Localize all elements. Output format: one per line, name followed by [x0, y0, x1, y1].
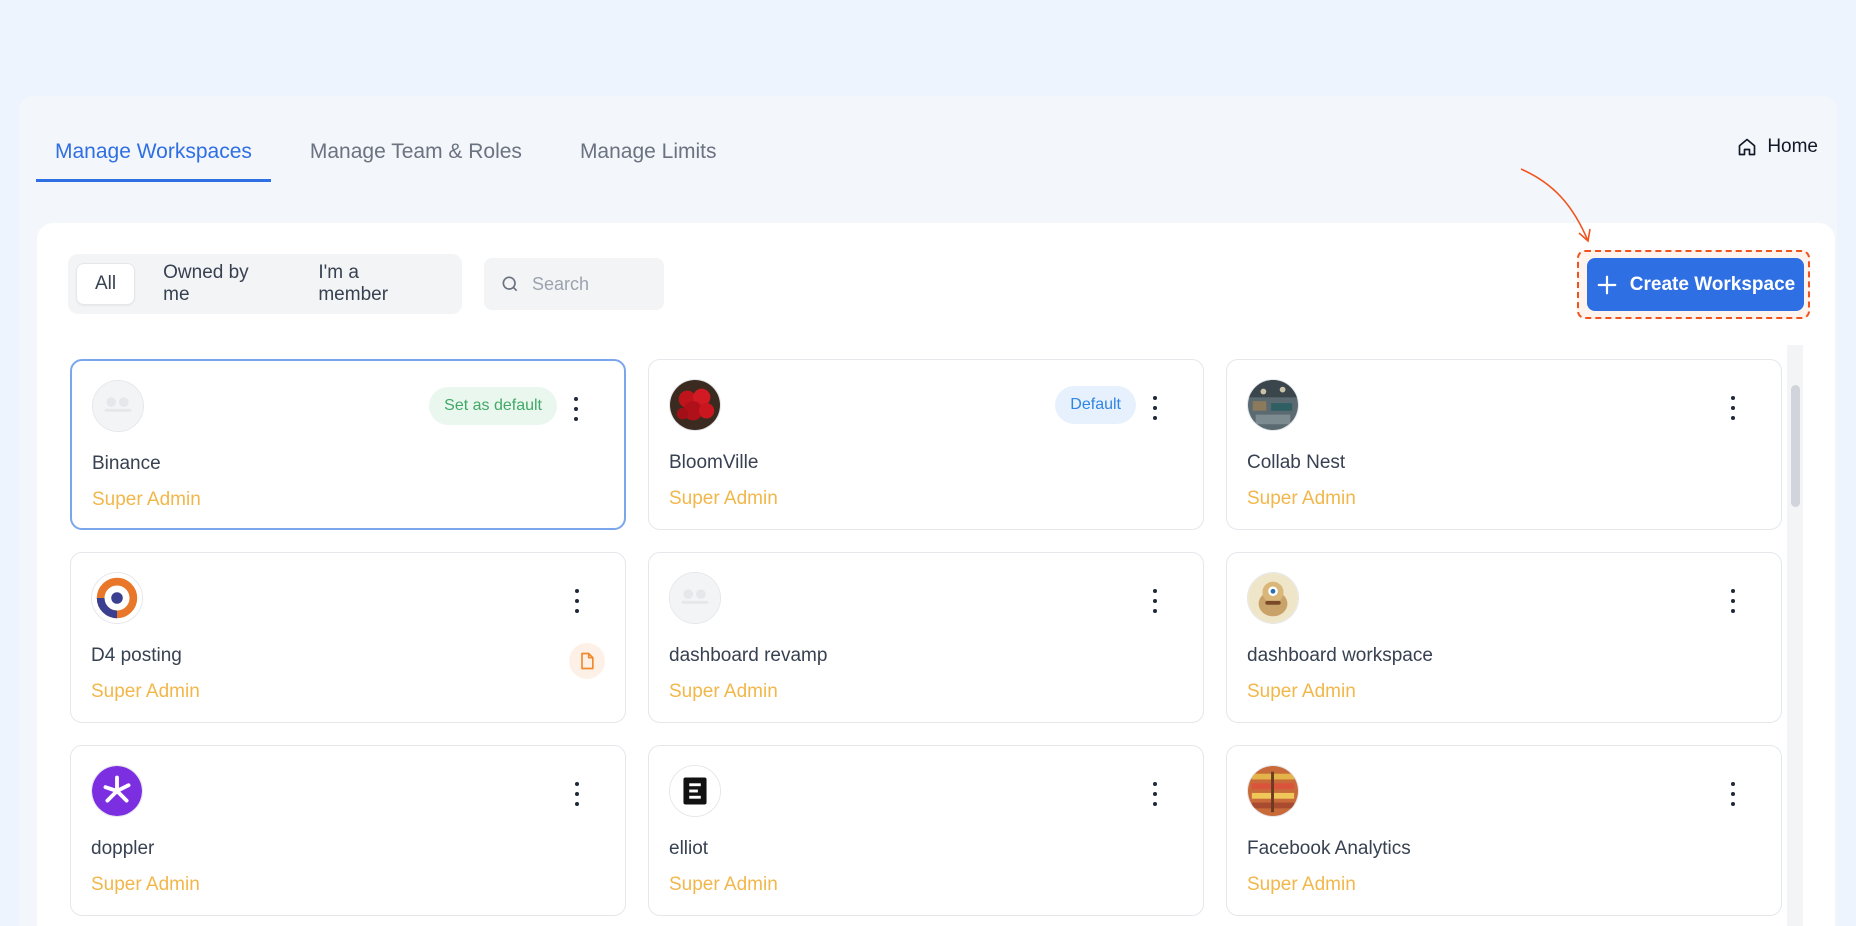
set-as-default-button[interactable]: Set as default	[429, 387, 557, 425]
workspace-role: Super Admin	[91, 681, 200, 702]
more-options-icon[interactable]	[1145, 396, 1165, 420]
more-options-icon[interactable]	[1723, 396, 1743, 420]
workspace-card[interactable]: dashboard workspace Super Admin	[1226, 552, 1782, 723]
more-options-icon[interactable]	[566, 397, 586, 421]
tab-manage-limits[interactable]: Manage Limits	[561, 124, 736, 182]
filter-all[interactable]: All	[76, 263, 136, 305]
home-icon	[1738, 138, 1756, 156]
workspace-card[interactable]: Set as default Binance Super Admin	[70, 359, 626, 530]
search-input[interactable]	[532, 273, 642, 295]
workspace-name: elliot	[669, 838, 709, 859]
filter-im-a-member[interactable]: I'm a member	[300, 262, 444, 305]
more-options-icon[interactable]	[567, 782, 587, 806]
workspace-card[interactable]: Default BloomVille Super Admin	[648, 359, 1204, 530]
search-box[interactable]	[484, 258, 664, 310]
workspace-card[interactable]: D4 posting Super Admin	[70, 552, 626, 723]
placeholder-logo	[92, 380, 144, 432]
workspace-card[interactable]: dashboard revamp Super Admin	[648, 552, 1204, 723]
default-badge: Default	[1055, 386, 1136, 424]
filter-segmented-control: All Owned by me I'm a member	[68, 254, 462, 314]
more-options-icon[interactable]	[1723, 589, 1743, 613]
placeholder-logo	[669, 572, 721, 624]
workspace-name: BloomVille	[669, 452, 759, 473]
d4-logo	[91, 572, 143, 624]
home-link[interactable]: Home	[1737, 136, 1818, 158]
workspace-role: Super Admin	[1247, 874, 1356, 895]
home-label: Home	[1767, 136, 1818, 157]
tab-manage-team-roles[interactable]: Manage Team & Roles	[291, 124, 541, 182]
workspace-role: Super Admin	[1247, 681, 1356, 702]
workspace-grid: Set as default Binance Super Admin Defau…	[70, 359, 1785, 916]
workspace-role: Super Admin	[669, 681, 778, 702]
workspace-role: Super Admin	[91, 874, 200, 895]
workspace-role: Super Admin	[1247, 488, 1356, 509]
more-options-icon[interactable]	[567, 589, 587, 613]
shelves-logo	[1247, 765, 1299, 817]
more-options-icon[interactable]	[1145, 589, 1165, 613]
roses-logo	[669, 379, 721, 431]
tab-manage-workspaces[interactable]: Manage Workspaces	[36, 124, 271, 182]
create-workspace-label: Create Workspace	[1629, 273, 1796, 295]
workspace-role: Super Admin	[92, 489, 201, 510]
create-workspace-button[interactable]: Create Workspace	[1587, 258, 1804, 311]
character-logo	[1247, 572, 1299, 624]
workspace-role: Super Admin	[669, 874, 778, 895]
workspace-card[interactable]: elliot Super Admin	[648, 745, 1204, 916]
annotation-arrow	[1520, 168, 1591, 243]
tab-bar: Manage Workspaces Manage Team & Roles Ma…	[36, 124, 756, 182]
plus-icon	[1597, 275, 1617, 294]
workspace-name: Binance	[92, 453, 161, 474]
doppler-logo	[91, 765, 143, 817]
office-logo	[1247, 379, 1299, 431]
workspace-name: D4 posting	[91, 645, 182, 666]
scrollbar-thumb[interactable]	[1791, 385, 1800, 507]
workspace-role: Super Admin	[669, 488, 778, 509]
workspace-name: Facebook Analytics	[1247, 838, 1411, 859]
search-icon	[502, 276, 518, 292]
workspace-card[interactable]: doppler Super Admin	[70, 745, 626, 916]
document-icon[interactable]	[569, 643, 605, 679]
more-options-icon[interactable]	[1723, 782, 1743, 806]
elliot-logo	[669, 765, 721, 817]
workspace-name: doppler	[91, 838, 155, 859]
filter-owned-by-me[interactable]: Owned by me	[145, 262, 290, 305]
workspace-card[interactable]: Facebook Analytics Super Admin	[1226, 745, 1782, 916]
workspace-name: dashboard revamp	[669, 645, 828, 666]
workspace-name: Collab Nest	[1247, 452, 1346, 473]
workspace-card[interactable]: Collab Nest Super Admin	[1226, 359, 1782, 530]
workspace-name: dashboard workspace	[1247, 645, 1433, 666]
more-options-icon[interactable]	[1145, 782, 1165, 806]
